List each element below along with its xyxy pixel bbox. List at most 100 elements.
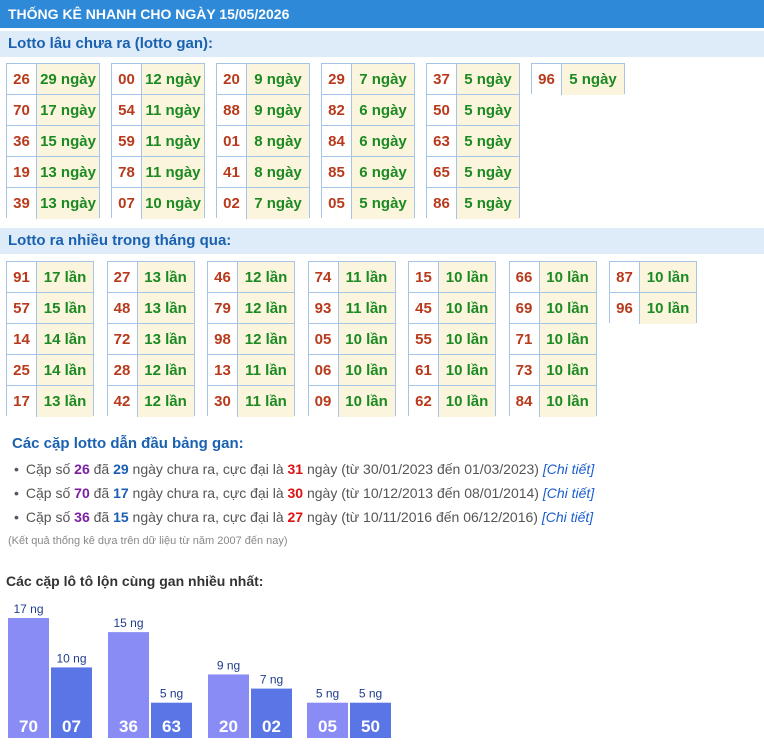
nhieu-count: 12 lần	[238, 262, 294, 292]
gan-number[interactable]: 59	[112, 126, 142, 156]
gan-number[interactable]: 65	[427, 157, 457, 187]
nhieu-number[interactable]: 42	[107, 386, 138, 417]
nhieu-count: 12 lần	[137, 386, 194, 417]
nhieu-number[interactable]: 61	[409, 355, 439, 385]
nhieu-number[interactable]: 25	[7, 355, 37, 385]
gan-row: 50 5 ngày	[427, 95, 519, 126]
pair-item: • Cặp số 70 đã 17 ngày chưa ra, cực đại l…	[14, 483, 594, 507]
gan-number[interactable]: 26	[7, 64, 37, 94]
nhieu-number[interactable]: 06	[308, 355, 339, 385]
nhieu-row: 09 10 lần	[308, 386, 395, 417]
gan-number[interactable]: 82	[322, 95, 352, 125]
nhieu-row: 42 12 lần	[107, 386, 194, 417]
nhieu-number[interactable]: 84	[509, 386, 540, 417]
pair-number: 26	[74, 461, 90, 477]
nhieu-number[interactable]: 30	[208, 386, 238, 417]
gan-row: 54 11 ngày	[112, 95, 204, 126]
nhieu-number[interactable]: 46	[208, 262, 238, 292]
detail-link[interactable]: [Chi tiết]	[542, 509, 593, 525]
gan-number[interactable]: 41	[217, 157, 247, 187]
gan-number[interactable]: 39	[7, 188, 37, 219]
detail-link[interactable]: [Chi tiết]	[543, 461, 594, 477]
gan-pairs-chart: 17 ng 70 10 ng 07 15 ng 36 5 ng 63 9 ng 20 7 ng 02 5…	[8, 602, 391, 738]
gan-number[interactable]: 63	[427, 126, 457, 156]
gan-number[interactable]: 70	[7, 95, 37, 125]
nhieu-number[interactable]: 69	[509, 293, 540, 323]
gan-row: 88 9 ngày	[217, 95, 309, 126]
gan-number[interactable]: 01	[217, 126, 247, 156]
gan-number[interactable]: 07	[112, 188, 142, 219]
gan-count: 5 ngày	[457, 188, 519, 219]
nhieu-number[interactable]: 98	[208, 324, 238, 354]
gan-count: 29 ngày	[37, 64, 99, 94]
nhieu-number[interactable]: 91	[7, 262, 37, 292]
nhieu-number[interactable]: 48	[107, 293, 138, 323]
nhieu-number[interactable]: 93	[308, 293, 339, 323]
nhieu-number[interactable]: 15	[409, 262, 439, 292]
nhieu-row: 96 10 lần	[610, 293, 696, 324]
gan-number[interactable]: 86	[427, 188, 457, 219]
gan-number[interactable]: 20	[217, 64, 247, 94]
nhieu-number[interactable]: 13	[208, 355, 238, 385]
gan-number[interactable]: 84	[322, 126, 352, 156]
nhieu-number[interactable]: 73	[509, 355, 540, 385]
gan-number[interactable]: 78	[112, 157, 142, 187]
gan-number[interactable]: 54	[112, 95, 142, 125]
nhieu-number[interactable]: 14	[7, 324, 37, 354]
nhieu-row: 66 10 lần	[509, 262, 596, 293]
chart-category-label: 20	[219, 717, 238, 736]
gan-count: 5 ngày	[562, 64, 624, 95]
gan-number[interactable]: 37	[427, 64, 457, 94]
gan-number[interactable]: 85	[322, 157, 352, 187]
nhieu-number[interactable]: 71	[509, 324, 540, 354]
nhieu-number[interactable]: 66	[509, 262, 540, 292]
gan-count: 5 ngày	[352, 188, 414, 219]
pair-max: 30	[287, 485, 304, 501]
gan-number[interactable]: 02	[217, 188, 247, 219]
nhieu-number[interactable]: 17	[7, 386, 37, 417]
nhieu-number[interactable]: 96	[610, 293, 640, 324]
pair-text: ngày chưa ra, cực đại là	[128, 509, 288, 525]
gan-number[interactable]: 05	[322, 188, 352, 219]
nhieu-number[interactable]: 28	[107, 355, 138, 385]
gan-count: 11 ngày	[142, 126, 204, 156]
gan-row: 85 6 ngày	[322, 157, 414, 188]
detail-link[interactable]: [Chi tiết]	[543, 485, 594, 501]
nhieu-count: 10 lần	[439, 355, 495, 385]
gan-number[interactable]: 36	[7, 126, 37, 156]
nhieu-number[interactable]: 05	[308, 324, 339, 354]
chart-value-label: 15 ng	[113, 616, 143, 630]
pair-max: 31	[287, 461, 304, 477]
nhieu-number[interactable]: 87	[610, 262, 640, 292]
nhieu-count: 15 lần	[37, 293, 93, 323]
nhieu-number[interactable]: 45	[409, 293, 439, 323]
nhieu-number[interactable]: 72	[107, 324, 138, 354]
nhieu-row: 91 17 lần	[7, 262, 93, 293]
nhieu-column: 46 12 lần 79 12 lần 98 12 lần 13 11 lần 30 11 lần	[207, 261, 295, 417]
nhieu-count: 10 lần	[439, 324, 495, 354]
nhieu-count: 10 lần	[338, 324, 395, 354]
nhieu-number[interactable]: 62	[409, 386, 439, 417]
nhieu-number[interactable]: 09	[308, 386, 339, 417]
gan-number[interactable]: 29	[322, 64, 352, 94]
gan-count: 6 ngày	[352, 95, 414, 125]
pair-item: • Cặp số 36 đã 15 ngày chưa ra, cực đại l…	[14, 507, 594, 531]
pair-days: 17	[113, 485, 129, 501]
gan-number[interactable]: 19	[7, 157, 37, 187]
gan-number[interactable]: 96	[532, 64, 562, 95]
chart-value-label: 5 ng	[316, 687, 339, 701]
gan-number[interactable]: 88	[217, 95, 247, 125]
nhieu-number[interactable]: 55	[409, 324, 439, 354]
gan-row: 82 6 ngày	[322, 95, 414, 126]
nhieu-number[interactable]: 79	[208, 293, 238, 323]
gan-number[interactable]: 00	[112, 64, 142, 94]
nhieu-number[interactable]: 57	[7, 293, 37, 323]
pair-text: Cặp số	[25, 461, 75, 477]
nhieu-count: 13 lần	[37, 386, 93, 417]
nhieu-count: 10 lần	[338, 386, 395, 417]
nhieu-number[interactable]: 27	[107, 262, 138, 292]
nhieu-number[interactable]: 74	[308, 262, 339, 292]
gan-number[interactable]: 50	[427, 95, 457, 125]
chart-category-label: 02	[262, 717, 281, 736]
chart-category-label: 63	[162, 717, 181, 736]
